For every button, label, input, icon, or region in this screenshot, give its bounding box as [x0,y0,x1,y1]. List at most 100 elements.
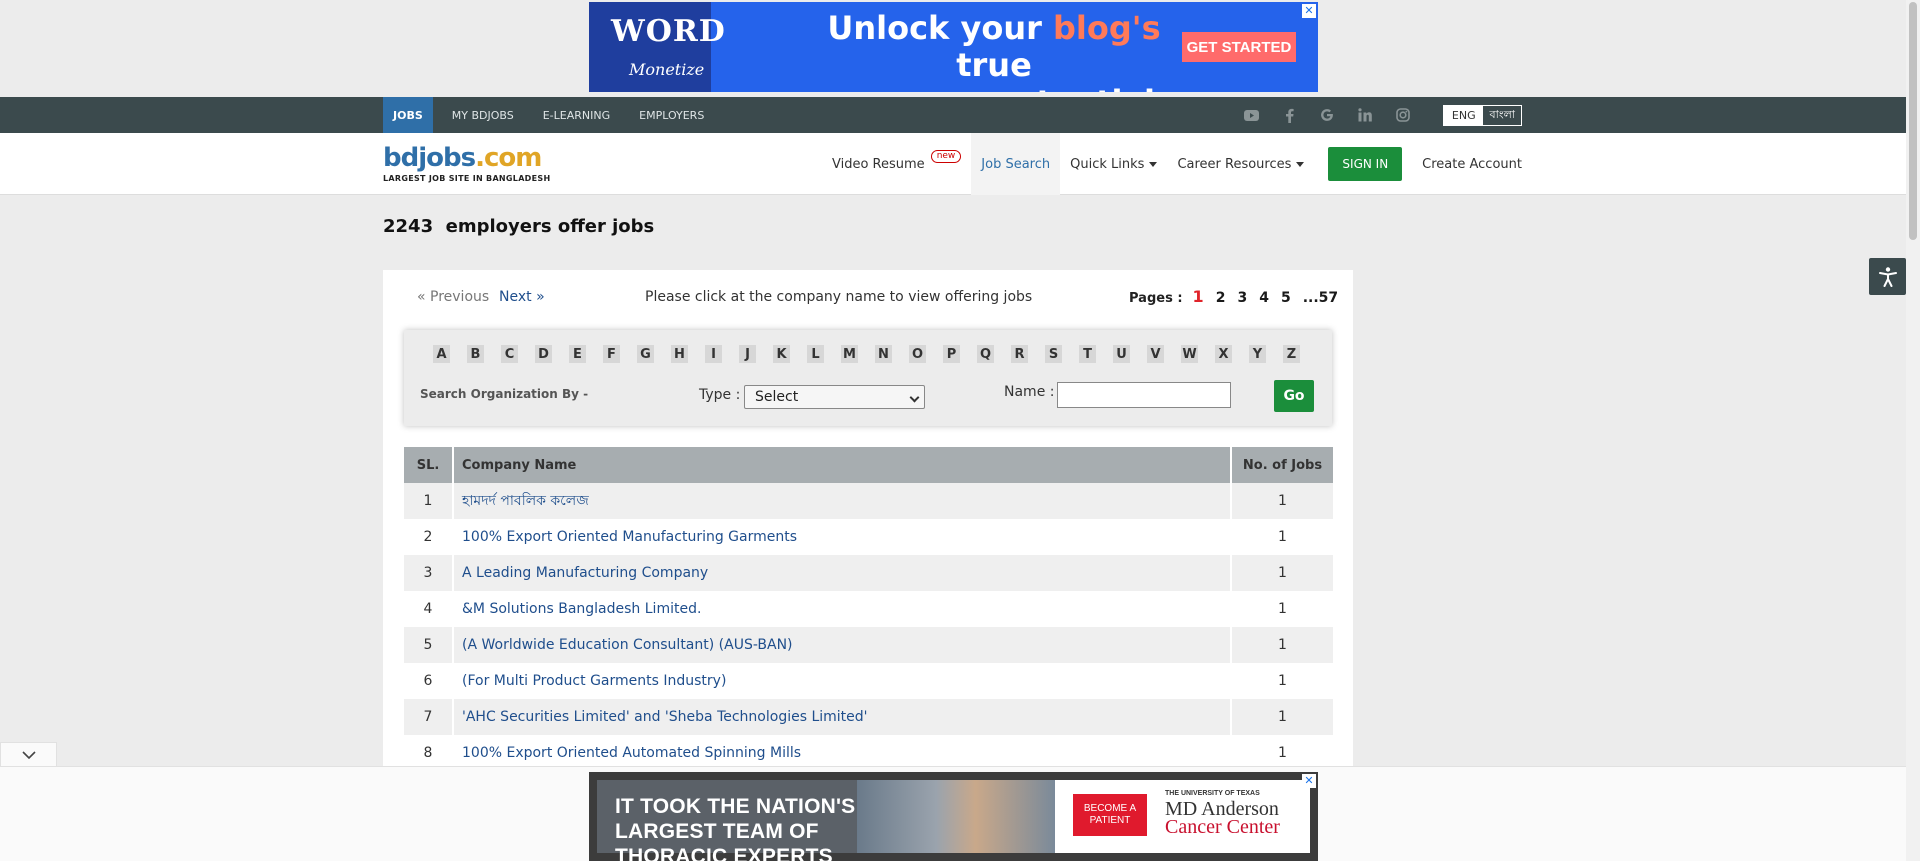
ad-collapse-button[interactable] [0,742,57,766]
table-row: 6 (For Multi Product Garments Industry) … [404,663,1333,699]
letter-g[interactable]: G [637,345,654,363]
nav-video-resume-label: Video Resume [832,156,925,172]
job-count: 1 [1278,673,1287,689]
table-row: 5 (A Worldwide Education Consultant) (AU… [404,627,1333,663]
letter-o[interactable]: O [909,345,926,363]
letter-h[interactable]: H [671,345,688,363]
lang-bangla-button[interactable]: বাংলা [1483,106,1521,125]
employers-table: SL. Company Name No. of Jobs 1 হামদর্দ প… [404,447,1333,771]
letter-e[interactable]: E [569,345,586,363]
tab-e-learning[interactable]: E-LEARNING [533,97,620,133]
top-ad-creative[interactable]: WORD Monetize Unlock your blog's true re… [589,2,1318,92]
letter-i[interactable]: I [705,345,722,363]
company-link[interactable]: (For Multi Product Garments Industry) [454,663,1232,699]
letter-q[interactable]: Q [977,345,994,363]
next-link[interactable]: Next » [499,289,545,305]
row-sl: 4 [404,591,454,627]
page-link-2[interactable]: 2 [1216,290,1226,306]
youtube-icon[interactable] [1240,104,1262,126]
page-link-3[interactable]: 3 [1237,290,1247,306]
previous-link[interactable]: « Previous [417,289,489,305]
create-account-link[interactable]: Create Account [1412,133,1532,195]
nav-career-resources[interactable]: Career Resources [1167,133,1314,195]
ad-close-icon[interactable]: ✕ [1302,4,1316,18]
name-search-input[interactable] [1057,382,1231,408]
ad-logo-sub: Monetize [629,60,705,79]
facebook-icon[interactable] [1278,104,1300,126]
letter-z[interactable]: Z [1283,345,1300,363]
company-link[interactable]: A Leading Manufacturing Company [454,555,1232,591]
employer-count: 2243 [383,216,434,237]
ad-headline: Unlock your blog's true revenue potentia… [794,9,1194,93]
letter-t[interactable]: T [1079,345,1096,363]
caret-down-icon [1149,161,1158,167]
chevron-down-icon [909,392,920,403]
google-icon[interactable] [1316,104,1338,126]
top-ad-banner[interactable]: WORD Monetize Unlock your blog's true re… [589,2,1318,92]
letter-n[interactable]: N [875,345,892,363]
row-sl: 7 [404,699,454,735]
letter-a[interactable]: A [433,345,450,363]
letter-w[interactable]: W [1181,345,1198,363]
ad-headline-part: true [956,46,1032,84]
tab-jobs[interactable]: JOBS [383,97,433,133]
page-link-4[interactable]: 4 [1259,290,1269,306]
letter-v[interactable]: V [1147,345,1164,363]
company-link[interactable]: (A Worldwide Education Consultant) (AUS-… [454,627,1232,663]
letter-m[interactable]: M [841,345,858,363]
company-link[interactable]: 'AHC Securities Limited' and 'Sheba Tech… [454,699,1232,735]
bdjobs-logo[interactable]: bdjobs.com LARGEST JOB SITE IN BANGLADES… [383,143,553,187]
letter-y[interactable]: Y [1249,345,1266,363]
logo-wordmark: bdjobs.com [383,143,542,173]
pager-row: « Previous Next » Please click at the co… [383,270,1353,326]
company-link[interactable]: হামদর্দ পাবলিক কলেজ [454,483,1232,519]
row-sl: 2 [404,519,454,555]
accessibility-icon [1878,266,1897,287]
become-a-patient-button[interactable]: BECOME A PATIENT [1073,794,1147,836]
sign-in-button[interactable]: SIGN IN [1328,147,1403,181]
letter-r[interactable]: R [1011,345,1028,363]
letter-k[interactable]: K [773,345,790,363]
ad-headline-accent: blog's [1053,9,1161,47]
job-count: 1 [1278,529,1287,545]
accessibility-button[interactable] [1869,258,1906,295]
md-anderson-logo: MD Anderson Cancer Center [1165,799,1305,838]
letter-d[interactable]: D [535,345,552,363]
letter-b[interactable]: B [467,345,484,363]
tab-employers[interactable]: EMPLOYERS [629,97,714,133]
letter-p[interactable]: P [943,345,960,363]
ad-close-icon[interactable]: ✕ [1302,774,1316,788]
nav-video-resume[interactable]: Video Resume new [822,133,971,195]
letter-s[interactable]: S [1045,345,1062,363]
nav-quick-links[interactable]: Quick Links [1060,133,1167,195]
company-link[interactable]: &M Solutions Bangladesh Limited. [454,591,1232,627]
instagram-icon[interactable] [1392,104,1414,126]
ad-org-name-2: Cancer Center [1165,816,1280,838]
page-link-1[interactable]: 1 [1193,287,1204,306]
page-link-5[interactable]: 5 [1281,290,1291,306]
page-scrollbar[interactable] [1906,0,1920,861]
job-count: 1 [1278,709,1287,725]
tab-my-bdjobs[interactable]: MY BDJOBS [442,97,524,133]
ad-right-panel: BECOME A PATIENT THE UNIVERSITY OF TEXAS… [1055,780,1310,853]
letter-f[interactable]: F [603,345,620,363]
bottom-ad-banner[interactable]: IT TOOK THE NATION'S LARGEST TEAM OF THO… [589,772,1318,861]
letter-c[interactable]: C [501,345,518,363]
ad-headline-part: potential [980,83,1155,93]
letter-l[interactable]: L [807,345,824,363]
type-label: Type : [699,387,741,403]
letter-j[interactable]: J [739,345,756,363]
go-button[interactable]: Go [1274,380,1314,412]
table-header: SL. Company Name No. of Jobs [404,447,1333,483]
page-link-last[interactable]: ...57 [1303,290,1338,306]
lang-eng-button[interactable]: ENG [1444,106,1484,125]
scrollbar-thumb[interactable] [1909,2,1917,240]
letter-x[interactable]: X [1215,345,1232,363]
ad-get-started-button[interactable]: GET STARTED [1182,32,1296,62]
linkedin-icon[interactable] [1354,104,1376,126]
letter-u[interactable]: U [1113,345,1130,363]
company-link[interactable]: 100% Export Oriented Manufacturing Garme… [454,519,1232,555]
nav-job-search[interactable]: Job Search [971,133,1061,195]
ad-org-small: THE UNIVERSITY OF TEXAS [1165,790,1260,797]
type-select[interactable]: Select [744,385,925,409]
